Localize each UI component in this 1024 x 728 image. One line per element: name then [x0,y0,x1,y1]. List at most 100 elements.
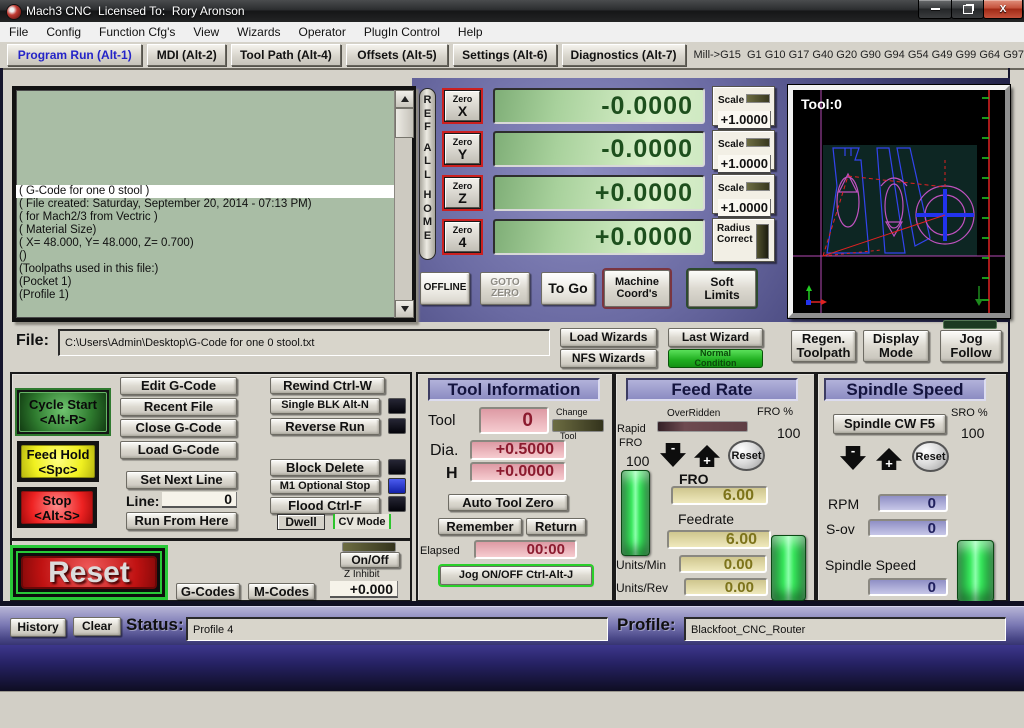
regen-toolpath-button[interactable]: Regen. Toolpath [791,330,856,362]
rewind-button[interactable]: Rewind Ctrl-W [270,377,385,394]
a-axis-dro[interactable]: +0.0000 [493,219,705,255]
tool-number-dro[interactable]: 0 [479,407,549,434]
rpm-dro: 0 [878,494,948,512]
soft-limits-button[interactable]: Soft Limits [688,270,756,307]
run-from-here-button[interactable]: Run From Here [126,512,237,530]
z-scale-box[interactable]: Scale +1.0000 [712,174,775,218]
nfs-wizards-button[interactable]: NFS Wizards [560,349,657,368]
edit-gcode-button[interactable]: Edit G-Code [120,377,237,395]
auto-tool-zero-button[interactable]: Auto Tool Zero [448,494,568,511]
zero-z-button[interactable]: Zero Z [442,175,483,211]
y-axis-dro[interactable]: -0.0000 [493,131,705,167]
jog-follow-button[interactable]: Jog Follow [940,330,1002,362]
zero-4-button[interactable]: Zero 4 [442,219,483,255]
line-number-field[interactable]: 0 [162,491,237,508]
tab-mdi[interactable]: MDI (Alt-2) [147,44,226,66]
tab-tool-path[interactable]: Tool Path (Alt-4) [230,44,341,66]
menu-function-cfgs[interactable]: Function Cfg's [90,22,184,42]
feedrate-slider[interactable] [621,470,650,556]
fro-reset-button[interactable]: Reset [728,440,765,471]
menu-plugin-control[interactable]: PlugIn Control [355,22,449,42]
gcode-line: ( X= 48.000, Y= 48.000, Z= 0.700) [19,237,194,249]
machine-coords-button[interactable]: Machine Coord's [604,270,670,307]
load-gcode-button[interactable]: Load G-Code [120,441,237,459]
flood-button[interactable]: Flood Ctrl-F [270,497,380,514]
reverse-run-button[interactable]: Reverse Run [270,418,380,435]
gcode-list[interactable]: ( G-Code for one 0 stool ) ( File create… [12,86,416,322]
stop-button[interactable]: Stop <Alt-S> [17,487,97,528]
history-button[interactable]: History [10,618,66,637]
tab-program-run[interactable]: Program Run (Alt-1) [7,44,143,66]
offline-button[interactable]: OFFLINE [420,272,470,305]
block-delete-button[interactable]: Block Delete [270,459,380,476]
tool-h-dro[interactable]: +0.0000 [470,462,566,482]
single-blk-button[interactable]: Single BLK Alt-N [270,398,380,414]
menu-file[interactable]: File [0,22,37,42]
x-axis-dro[interactable]: -0.0000 [493,88,705,124]
minimize-button[interactable] [918,0,952,19]
spindle-slider[interactable] [957,540,994,602]
z-inhibit-value-field[interactable]: +0.000 [330,581,398,598]
toolpath-display[interactable]: Tool:0 [788,85,1010,318]
clear-button[interactable]: Clear [73,617,121,636]
menu-help[interactable]: Help [449,22,492,42]
feed-hold-button[interactable]: Feed Hold <Spc> [17,441,99,482]
m1-optional-stop-button[interactable]: M1 Optional Stop [270,479,380,494]
sov-dro[interactable]: 0 [868,519,948,537]
spindle-cw-button[interactable]: Spindle CW F5 [833,414,946,434]
menu-operator[interactable]: Operator [290,22,355,42]
y-scale-value[interactable]: +1.0000 [718,155,771,174]
reverse-run-led [388,418,406,434]
spindle-reset-button[interactable]: Reset [912,441,949,472]
ref-all-home-button[interactable]: R E F A L L H O M E [419,88,436,260]
goto-zero-button[interactable]: GOTO ZERO [480,272,530,305]
spindle-speed-label: Spindle Speed [825,557,917,573]
scroll-down-button[interactable] [395,300,414,318]
ref-letter: E [423,107,432,120]
cycle-start-button[interactable]: Cycle Start <Alt-R> [15,388,111,436]
remember-button[interactable]: Remember [438,518,522,535]
menu-wizards[interactable]: Wizards [228,22,289,42]
gcode-text-area: ( G-Code for one 0 stool ) ( File create… [16,90,395,318]
last-wizard-button[interactable]: Last Wizard [668,328,763,347]
close-gcode-button[interactable]: Close G-Code [120,419,237,437]
x-scale-value[interactable]: +1.0000 [718,111,771,130]
reset-button[interactable]: Reset [10,545,168,600]
scrollbar-thumb[interactable] [395,108,414,138]
jog-onoff-button[interactable]: Jog ON/OFF Ctrl-Alt-J [440,566,592,585]
to-go-button[interactable]: To Go [541,272,595,305]
spindle-speed-dro[interactable]: 0 [868,578,948,596]
feedrate-dro[interactable]: 6.00 [667,530,771,549]
scroll-up-button[interactable] [395,90,414,108]
return-button[interactable]: Return [526,518,586,535]
z-inhibit-onoff-button[interactable]: On/Off [340,552,400,568]
zero-y-button[interactable]: Zero Y [442,131,483,167]
menu-config[interactable]: Config [37,22,90,42]
tool-dia-dro[interactable]: +0.5000 [470,440,566,460]
normal-condition-button[interactable]: Normal Condition [668,348,763,368]
title-bar[interactable]: Mach3 CNC Licensed To: Rory Aronson X [0,0,1024,23]
tab-offsets[interactable]: Offsets (Alt-5) [345,44,449,66]
tab-settings[interactable]: Settings (Alt-6) [453,44,557,66]
y-scale-led [746,138,771,148]
tab-diagnostics[interactable]: Diagnostics (Alt-7) [561,44,686,66]
set-next-line-button[interactable]: Set Next Line [126,471,237,489]
fro-dro[interactable]: 6.00 [671,486,768,505]
gcode-scrollbar[interactable] [394,90,414,318]
restore-button[interactable] [951,0,984,19]
zero-x-button[interactable]: Zero X [442,88,483,124]
close-button[interactable]: X [983,0,1023,19]
file-path-field[interactable]: C:\Users\Admin\Desktop\G-Code for one 0 … [58,329,550,356]
load-wizards-button[interactable]: Load Wizards [560,328,657,347]
m-codes-button[interactable]: M-Codes [248,583,315,600]
z-scale-value[interactable]: +1.0000 [718,199,771,218]
y-scale-box[interactable]: Scale +1.0000 [712,130,775,174]
fro-slider[interactable] [771,535,806,601]
z-axis-dro[interactable]: +0.0000 [493,175,705,211]
menu-view[interactable]: View [184,22,228,42]
x-scale-box[interactable]: Scale +1.0000 [712,86,775,130]
radius-correct-button[interactable]: Radius Correct [712,218,775,262]
g-codes-button[interactable]: G-Codes [176,583,240,600]
display-mode-button[interactable]: Display Mode [863,330,929,362]
recent-file-button[interactable]: Recent File [120,398,237,416]
